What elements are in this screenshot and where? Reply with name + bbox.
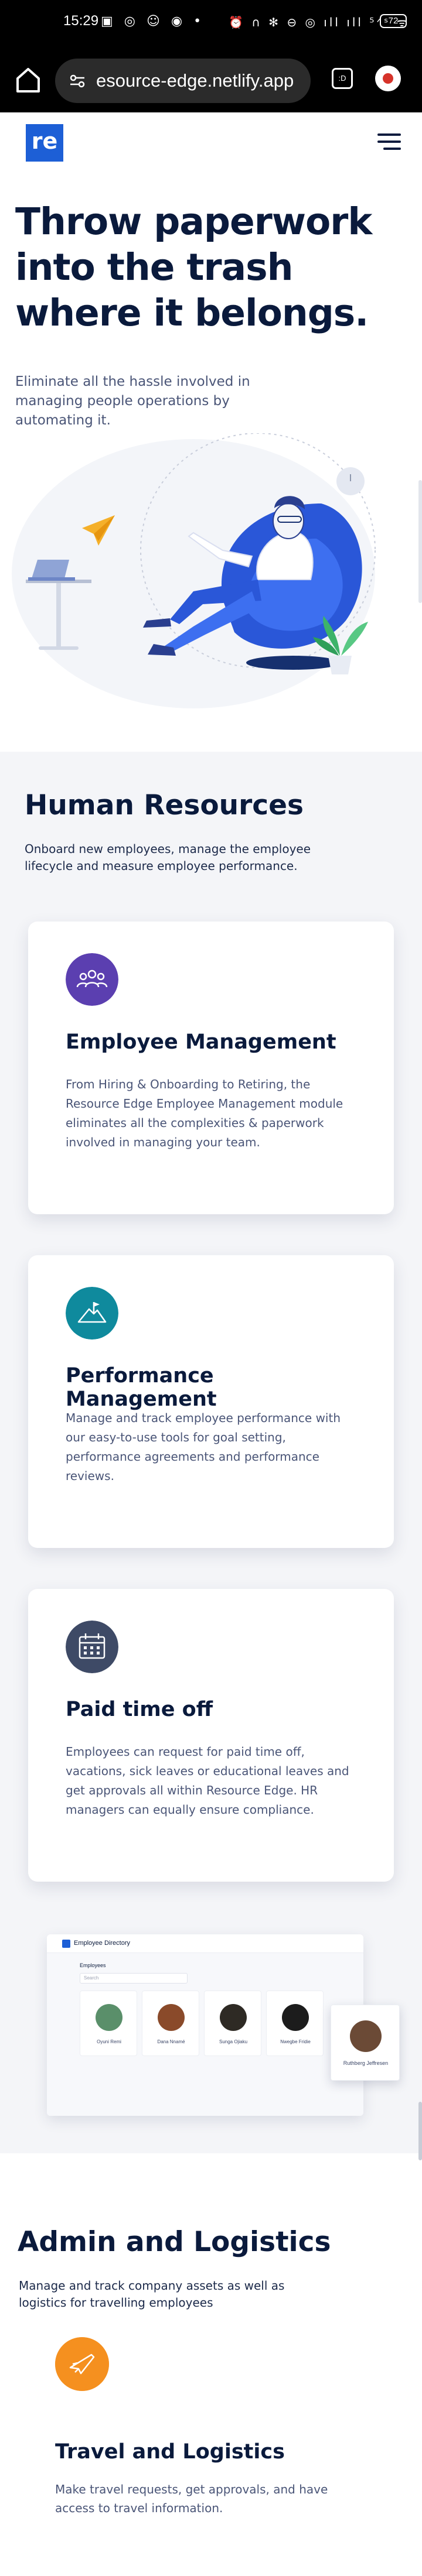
section-title: Admin and Logistics (18, 2226, 331, 2258)
notification-icons: ▣ ◎ ☺ ◉ • (101, 14, 205, 29)
preview-logo (62, 1940, 70, 1948)
employee-card: Nwegbe Fridie (266, 1991, 324, 2056)
avatar (350, 2020, 382, 2052)
hero-illustration (12, 433, 376, 708)
team-icon (66, 953, 118, 1006)
preview-header: Employee Directory (47, 1934, 363, 1953)
hamburger-menu-icon[interactable] (375, 133, 401, 152)
employee-name: Sunga Ojiaku (219, 2039, 248, 2044)
avatar (96, 2004, 122, 2031)
avatar (282, 2004, 309, 2031)
employee-card-highlighted: Ruthberg Jeffresen (331, 2005, 400, 2081)
card-description: From Hiring & Onboarding to Retiring, th… (66, 1077, 343, 1149)
human-resources-section: Human Resources Onboard new employees, m… (0, 752, 422, 2153)
employee-directory-preview: Employee Directory Employees Search Oyun… (47, 1934, 363, 2116)
site-header: re (0, 112, 422, 177)
travel-title: Travel and Logistics (55, 2440, 285, 2464)
preview-title: Employee Directory (74, 1940, 130, 1947)
card-description: Manage and track employee performance wi… (66, 1411, 341, 1483)
scrollbar-thumb[interactable] (418, 2102, 422, 2160)
card-title: Employee Management (66, 1030, 336, 1054)
battery-icon: 72 (380, 14, 407, 28)
employee-card: Dana Nnamé (142, 1991, 199, 2056)
employee-name: Ruthberg Jeffresen (343, 2060, 389, 2066)
section-subtitle: Manage and track company assets as well … (19, 2279, 285, 2310)
tab-switcher-button[interactable]: :D (332, 68, 353, 89)
travel-description: Make travel requests, get approvals, and… (55, 2482, 328, 2515)
address-bar[interactable]: esource-edge.netlify.app (55, 59, 311, 103)
mountain-flag-icon (66, 1287, 118, 1340)
employee-card: Sunga Ojiaku (204, 1991, 261, 2056)
avatar (220, 2004, 247, 2031)
feature-card-paid-time-off[interactable]: Paid time off Employees can request for … (28, 1589, 394, 1882)
home-icon[interactable] (13, 64, 43, 95)
site-info-icon[interactable] (68, 71, 87, 90)
section-subtitle: Onboard new employees, manage the employ… (25, 842, 311, 873)
feature-card-employee-management[interactable]: Employee Management From Hiring & Onboar… (28, 922, 394, 1214)
preview-search-input: Search (80, 1973, 188, 1984)
airplane-icon (55, 2337, 109, 2391)
preview-heading: Employees (80, 1962, 106, 1968)
scrollbar[interactable] (418, 480, 422, 603)
employee-card: Oyuni Remi (80, 1991, 137, 2056)
card-title: Performance Management (66, 1364, 217, 1411)
browser-menu-icon[interactable] (375, 66, 401, 91)
calendar-icon (66, 1621, 118, 1673)
brand-logo[interactable]: re (26, 124, 63, 162)
browser-toolbar: esource-edge.netlify.app :D (0, 47, 422, 112)
avatar (158, 2004, 185, 2031)
status-bar: 15:29 ▣ ◎ ☺ ◉ • ⏰ ∩ ✻ ⊖ ◎ ıll ıll ⁵ᐟˢ ᯤ … (0, 0, 422, 47)
employee-name: Oyuni Remi (97, 2039, 121, 2044)
url-text: esource-edge.netlify.app (96, 70, 294, 91)
card-description: Employees can request for paid time off,… (66, 1745, 349, 1817)
employee-name: Nwegbe Fridie (280, 2039, 311, 2044)
employee-name: Dana Nnamé (157, 2039, 185, 2044)
feature-card-performance-management[interactable]: Performance Management Manage and track … (28, 1255, 394, 1548)
section-title: Human Resources (25, 789, 304, 821)
card-title: Paid time off (66, 1698, 213, 1721)
hero-title: Throw paperwork into the trash where it … (15, 200, 372, 334)
status-time: 15:29 (63, 13, 99, 29)
hero-subtitle: Eliminate all the hassle involved in man… (15, 374, 250, 428)
